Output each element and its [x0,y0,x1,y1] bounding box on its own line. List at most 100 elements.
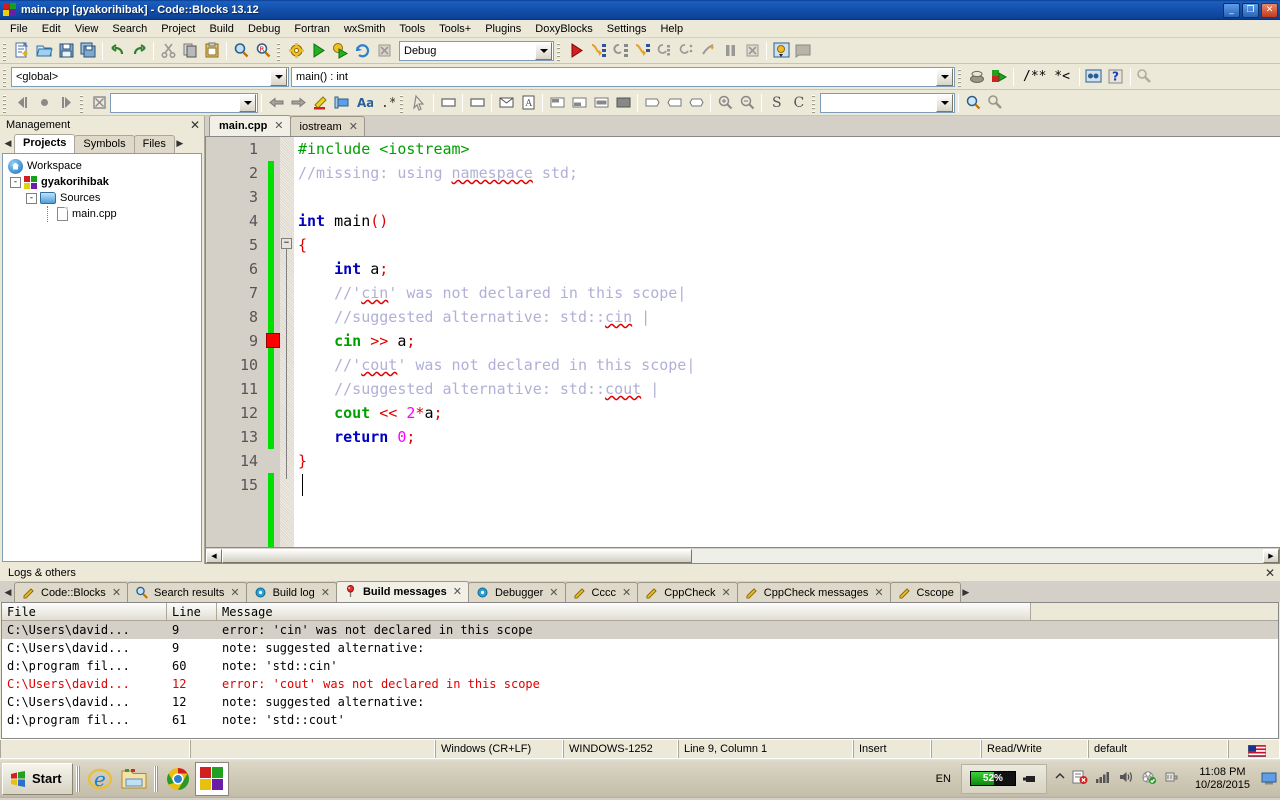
break-debugger-icon[interactable] [697,40,719,62]
menu-settings[interactable]: Settings [600,22,654,36]
selection-icon[interactable] [331,92,353,114]
doxyblocks-help-icon[interactable]: ? [1105,66,1127,88]
undo-icon[interactable] [106,40,128,62]
block-bottom-icon[interactable] [568,92,590,114]
taskbar-item-codeblocks[interactable] [194,761,229,796]
pause-icon[interactable] [719,40,741,62]
code-editor[interactable]: 1 2 3 4 5 6 7 8 9 10 11 12 13 14 15 − #include <iostre… [205,136,1280,548]
clear-icon[interactable] [88,92,110,114]
step-over-icon[interactable] [587,40,609,62]
tree-item-file[interactable]: main.cpp [5,206,199,222]
toolbar-grip[interactable] [2,92,8,113]
code-line[interactable]: //suggested alternative: std::cin | [298,305,1280,329]
search-input[interactable] [110,92,258,113]
code-line[interactable] [298,473,1280,497]
scroll-thumb[interactable] [222,548,692,563]
code-line[interactable]: int main() [298,209,1280,233]
toolbar-grip[interactable] [957,66,963,87]
battery-indicator[interactable]: 52% [960,763,1047,794]
run-icon[interactable] [307,40,329,62]
code-text[interactable]: #include <iostream> //missing: using name… [294,137,1280,547]
logs-tabs-scroll-left-icon[interactable]: ◀ [2,584,14,602]
toolbar-grip[interactable] [399,92,405,113]
code-line[interactable]: //'cin' was not declared in this scope| [298,281,1280,305]
new-file-icon[interactable] [11,40,33,62]
code-line[interactable]: //suggested alternative: std::cout | [298,377,1280,401]
function-combo[interactable]: main() : int [291,66,955,87]
pointer-icon[interactable] [408,92,430,114]
block-mid-icon[interactable] [590,92,612,114]
close-icon[interactable]: ✕ [274,119,283,132]
table-row[interactable]: d:\program fil... 61 note: 'std::cout' [2,711,1278,729]
settings-icon[interactable] [984,92,1006,114]
code-line[interactable]: //missing: using namespace std; [298,161,1280,185]
block-top-icon[interactable] [546,92,568,114]
code-line[interactable]: cout << 2*a; [298,401,1280,425]
prev-icon[interactable] [265,92,287,114]
editor-tab-main-cpp[interactable]: main.cpp ✕ [209,115,291,136]
copy-icon[interactable] [179,40,201,62]
column-header-message[interactable]: Message [217,603,1031,620]
close-icon[interactable]: ✕ [874,586,883,599]
menu-file[interactable]: File [3,22,35,36]
menu-tools-[interactable]: Tools+ [432,22,478,36]
step-into-icon[interactable] [609,40,631,62]
box-icon[interactable] [437,92,459,114]
doxyblocks-comment-label[interactable]: /** *< [1017,69,1076,84]
build-messages-grid[interactable]: File Line Message C:\Users\david... 9 erro… [1,602,1279,739]
step-into-instruction-icon[interactable] [675,40,697,62]
various-info-icon[interactable] [792,40,814,62]
save-icon[interactable] [55,40,77,62]
close-icon[interactable]: ✕ [453,585,462,598]
show-hidden-icon[interactable] [1055,771,1065,786]
code-line[interactable]: { [298,233,1280,257]
logs-tab-cppcheck-messages[interactable]: CppCheck messages ✕ [736,582,891,602]
tab-files[interactable]: Files [133,135,175,153]
redo-icon[interactable] [128,40,150,62]
column-header-file[interactable]: File [2,603,167,620]
close-icon[interactable]: ✕ [321,586,330,599]
zoom-out-icon[interactable] [736,92,758,114]
find-icon[interactable] [230,40,252,62]
logs-tab-build-log[interactable]: Build log ✕ [245,582,337,602]
close-icon[interactable]: ✕ [112,586,121,599]
editor-tab-iostream[interactable]: iostream ✕ [289,116,365,136]
build-target-combo[interactable]: Debug [399,40,554,61]
rebuild-icon[interactable] [351,40,373,62]
logs-tab-cscope[interactable]: Cscope [889,582,961,602]
power-plug-icon[interactable] [1164,770,1179,788]
toolbar-grip[interactable] [556,40,562,61]
volume-icon[interactable] [1118,770,1134,787]
mail-icon[interactable] [495,92,517,114]
forward-icon[interactable] [55,92,77,114]
close-icon[interactable]: ✕ [230,586,239,599]
close-icon[interactable]: ✕ [190,118,200,132]
tree-toggle[interactable]: - [26,192,37,204]
menu-tools[interactable]: Tools [392,22,432,36]
paste-icon[interactable] [201,40,223,62]
menu-build[interactable]: Build [202,22,240,36]
menu-debug[interactable]: Debug [241,22,287,36]
minimize-button[interactable]: _ [1223,2,1240,18]
next-instruction-icon[interactable] [653,40,675,62]
menu-help[interactable]: Help [653,22,690,36]
block-full-icon[interactable] [612,92,634,114]
code-line[interactable]: int a; [298,257,1280,281]
zoom-in-icon[interactable] [714,92,736,114]
quicklaunch-grip[interactable] [75,765,80,792]
match-case-icon[interactable]: Aa [353,92,375,114]
table-row[interactable]: C:\Users\david... 9 error: 'cin' was not d… [2,621,1278,639]
code-line[interactable]: //'cout' was not declared in this scope| [298,353,1280,377]
close-icon[interactable]: ✕ [1265,566,1275,580]
dot-icon[interactable] [33,92,55,114]
chevron-down-icon[interactable] [936,93,953,112]
highlight-icon[interactable] [309,92,331,114]
logs-tabs-scroll-right-icon[interactable]: ▶ [960,584,972,602]
breakpoint-marker[interactable] [266,333,280,348]
menu-view[interactable]: View [68,22,106,36]
menu-fortran[interactable]: Fortran [287,22,336,36]
c-icon[interactable]: C [787,92,809,114]
open-file-icon[interactable] [33,40,55,62]
project-tree[interactable]: Workspace - gyakorihibak - Sources main.… [2,153,202,562]
tree-toggle[interactable]: - [10,176,21,188]
